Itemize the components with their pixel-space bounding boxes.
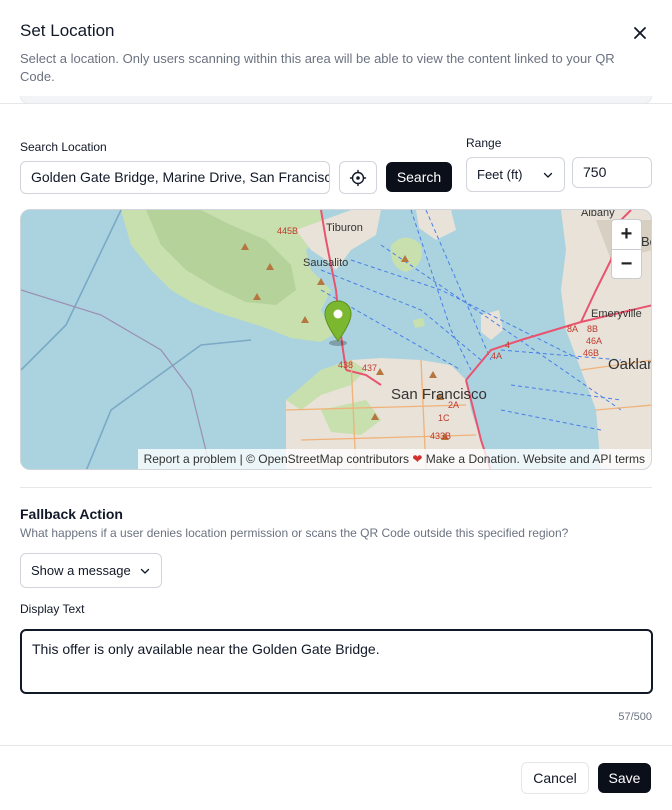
dialog-subtitle: Select a location. Only users scanning w…	[20, 51, 615, 84]
cancel-button[interactable]: Cancel	[521, 762, 589, 794]
crosshair-icon	[349, 169, 367, 186]
road-label: 438	[338, 360, 354, 370]
character-counter: 57/500	[618, 711, 652, 723]
road-label: 46B	[583, 348, 600, 358]
fallback-action-select[interactable]: Show a message	[20, 553, 162, 588]
chevron-down-icon	[140, 568, 150, 574]
locate-me-button[interactable]	[339, 161, 377, 194]
map-label-albany: Albany	[581, 209, 615, 219]
chevron-down-icon	[543, 172, 553, 178]
dialog-header: Set Location Select a location. Only use…	[20, 20, 652, 86]
map-attribution: Report a problem | © OpenStreetMap contr…	[137, 449, 651, 469]
search-location-input[interactable]: Golden Gate Bridge, Marine Drive, San Fr…	[20, 161, 330, 194]
report-problem-link[interactable]: Report a problem	[144, 452, 237, 466]
road-label: 4A	[491, 351, 503, 361]
fallback-action-value: Show a message	[31, 563, 131, 578]
road-label: 1C	[438, 413, 450, 423]
zoom-in-button[interactable]: +	[612, 220, 641, 249]
map-label-berkeley: Be	[641, 234, 651, 249]
osm-attribution-text: | © OpenStreetMap contributors	[236, 452, 413, 466]
header-divider	[0, 103, 672, 104]
donate-link[interactable]: Make a Donation.	[422, 452, 523, 466]
close-button[interactable]	[629, 22, 651, 44]
footer-divider	[0, 745, 672, 746]
map[interactable]: Tiburon Sausalito San Francisco Emeryvil…	[20, 209, 652, 470]
road-label: 437	[362, 363, 378, 373]
range-unit-value: Feet (ft)	[477, 167, 523, 182]
road-label: 2A	[448, 400, 460, 410]
search-location-label: Search Location	[20, 140, 107, 154]
heart-icon: ❤	[412, 452, 423, 466]
map-label-emeryville: Emeryville	[591, 308, 642, 320]
dialog-title: Set Location	[20, 21, 115, 40]
range-unit-select[interactable]: Feet (ft)	[466, 157, 565, 192]
close-icon	[634, 27, 646, 39]
map-label-tiburon: Tiburon	[326, 222, 363, 234]
display-text-label: Display Text	[20, 602, 85, 616]
map-label-oakland: Oaklan	[608, 356, 652, 373]
map-label-sausalito: Sausalito	[303, 257, 349, 269]
road-label: 433B	[430, 431, 452, 441]
save-button[interactable]: Save	[598, 763, 651, 793]
display-text-textarea[interactable]: This offer is only available near the Go…	[20, 629, 653, 694]
section-divider	[20, 487, 652, 488]
map-label-san-francisco: San Francisco	[391, 386, 487, 403]
zoom-out-button[interactable]: −	[612, 249, 641, 278]
search-button[interactable]: Search	[386, 162, 452, 192]
range-label: Range	[466, 136, 502, 150]
road-label: 445B	[277, 226, 299, 236]
road-label: 46A	[586, 336, 603, 346]
road-label: 8B	[587, 324, 599, 334]
range-value-input[interactable]: 750	[572, 157, 652, 188]
fallback-title: Fallback Action	[20, 506, 123, 522]
map-zoom-controls: + −	[611, 219, 642, 279]
road-label: 8A	[567, 324, 579, 334]
location-marker-icon[interactable]	[323, 299, 353, 347]
fallback-description: What happens if a user denies location p…	[20, 526, 569, 540]
road-label: 4	[505, 340, 511, 350]
website-api-terms-link[interactable]: Website and API terms	[523, 452, 645, 466]
set-location-dialog: Set Location Select a location. Only use…	[0, 0, 672, 810]
